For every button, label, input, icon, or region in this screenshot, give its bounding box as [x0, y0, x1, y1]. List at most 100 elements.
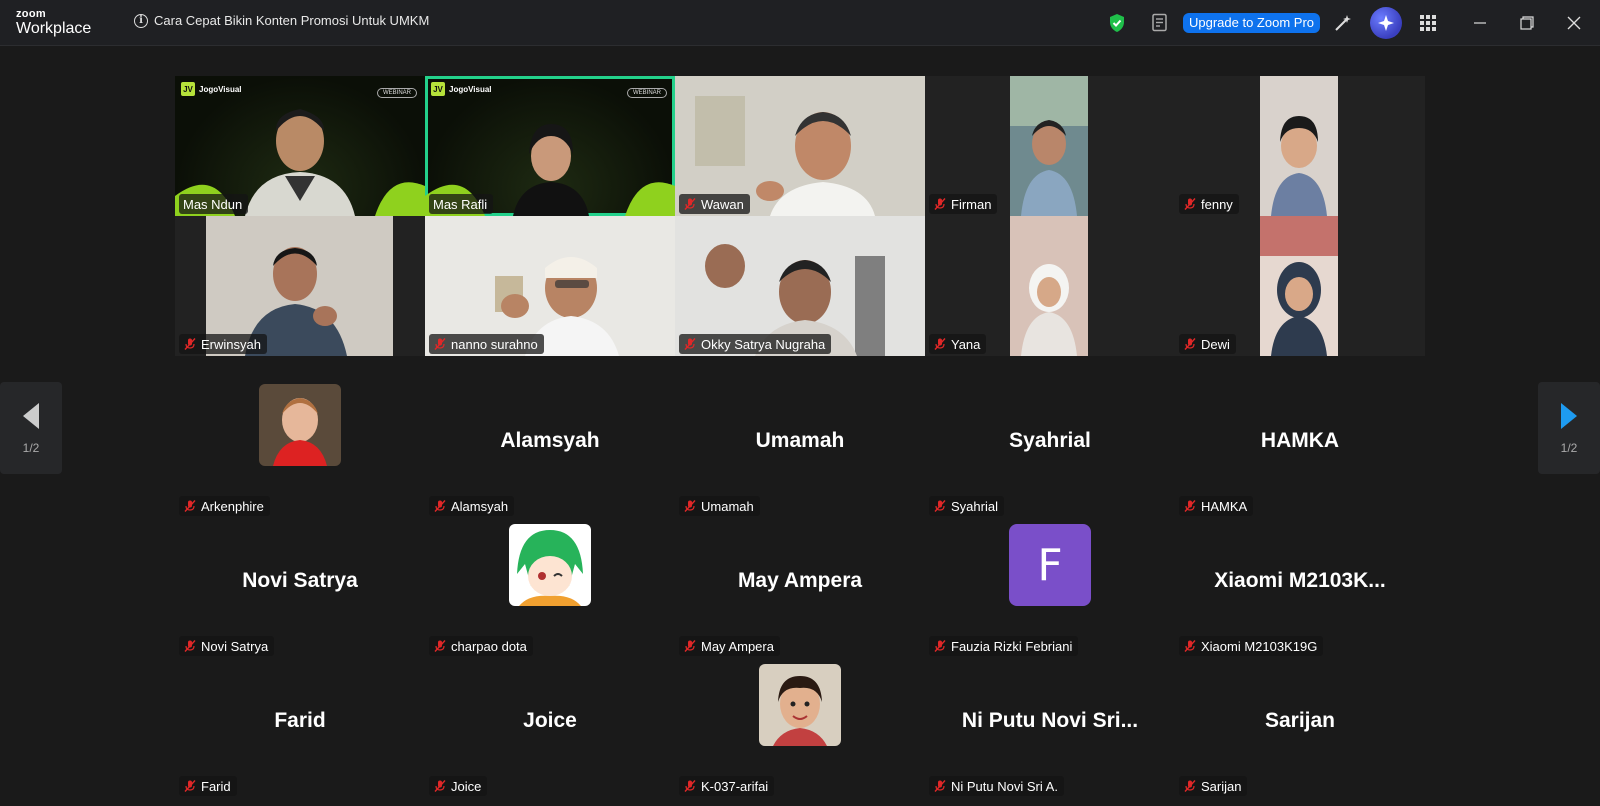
logo-brand-large: Workplace [16, 20, 92, 37]
participant-name-tag: Alamsyah [429, 496, 515, 516]
participant-name-tag: Xiaomi M2103K19G [1179, 636, 1324, 656]
participant-tile[interactable]: HAMKA HAMKA [1175, 380, 1425, 520]
participant-name-tag: Sarijan [1179, 776, 1248, 796]
upgrade-button[interactable]: Upgrade to Zoom Pro [1183, 13, 1321, 33]
participant-display-name: Sarijan [1264, 709, 1336, 732]
video-tile[interactable]: nanno surahno [425, 216, 675, 356]
muted-mic-icon [934, 198, 946, 210]
participant-tile[interactable]: Sarijan Sarijan [1175, 660, 1425, 800]
muted-mic-icon [934, 500, 946, 512]
meeting-info[interactable]: i Cara Cepat Bikin Konten Promosi Untuk … [134, 13, 429, 28]
logo-brand-small: zoom [16, 8, 46, 20]
participant-tile[interactable]: May Ampera May Ampera [675, 520, 925, 660]
participant-name-tag: Novi Satrya [179, 636, 275, 656]
ai-companion-icon[interactable] [1370, 7, 1402, 39]
participant-name-tag: Arkenphire [179, 496, 270, 516]
participant-name: Ni Putu Novi Sri A. [951, 778, 1058, 794]
muted-mic-icon [184, 640, 196, 652]
muted-mic-icon [434, 780, 446, 792]
participant-name: charpao dota [451, 638, 527, 654]
video-tile[interactable]: Wawan [675, 76, 925, 216]
page-indicator: 1/2 [1560, 441, 1578, 455]
participant-tile[interactable]: K-037-arifai [675, 660, 925, 800]
notes-icon[interactable] [1148, 11, 1172, 35]
participant-name: Joice [451, 778, 482, 794]
participant-name-tag: fenny [1179, 194, 1239, 214]
previous-page-button[interactable]: 1/2 [0, 382, 62, 474]
participant-name-tag: Ni Putu Novi Sri A. [929, 776, 1064, 796]
participant-name: Umamah [701, 498, 754, 514]
video-tile[interactable]: Okky Satrya Nugraha [675, 216, 925, 356]
zoom-logo: zoom Workplace [16, 9, 91, 37]
muted-mic-icon [1184, 198, 1196, 210]
participant-name: Xiaomi M2103K19G [1201, 638, 1318, 654]
participant-name-tag: May Ampera [679, 636, 780, 656]
participant-name: Farid [201, 778, 231, 794]
participant-tile[interactable]: Joice Joice [425, 660, 675, 800]
video-tile[interactable]: fenny [1175, 76, 1425, 216]
participant-tile[interactable]: Alamsyah Alamsyah [425, 380, 675, 520]
participant-avatar-image [509, 524, 591, 606]
participant-name-tag: Fauzia Rizki Febriani [929, 636, 1079, 656]
participant-initial-avatar: F [1009, 524, 1091, 606]
participant-name: Firman [951, 196, 992, 212]
close-icon[interactable] [1562, 11, 1586, 35]
participant-name: Dewi [1201, 336, 1230, 352]
participant-name-tag: Erwinsyah [179, 334, 267, 354]
participant-display-name: Joice [523, 709, 577, 732]
video-tile[interactable]: Erwinsyah [175, 216, 425, 356]
participant-name-tag: Umamah [679, 496, 760, 516]
muted-mic-icon [1184, 500, 1196, 512]
participant-name: Alamsyah [451, 498, 509, 514]
participant-tile[interactable]: Xiaomi M2103K... Xiaomi M2103K19G [1175, 520, 1425, 660]
participant-tile[interactable]: F Fauzia Rizki Febriani [925, 520, 1175, 660]
participant-display-name: Farid [274, 709, 326, 732]
muted-mic-icon [934, 640, 946, 652]
info-icon[interactable]: i [134, 13, 148, 28]
participant-avatar-photo [259, 384, 341, 466]
video-tile-active-speaker[interactable]: JV JogoVisual WEBINAR Mas Rafli [425, 76, 675, 216]
participant-name: fenny [1201, 196, 1233, 212]
minimize-icon[interactable] [1468, 11, 1492, 35]
muted-mic-icon [684, 780, 696, 792]
participant-tile[interactable]: Ni Putu Novi Sri... Ni Putu Novi Sri A. [925, 660, 1175, 800]
participant-name: Fauzia Rizki Febriani [951, 638, 1073, 654]
video-tile[interactable]: JV JogoVisual WEBINAR Mas Ndun [175, 76, 425, 216]
video-tile[interactable]: Yana [925, 216, 1175, 356]
muted-mic-icon [934, 338, 946, 350]
participant-tile[interactable]: Umamah Umamah [675, 380, 925, 520]
participant-name-tag: charpao dota [429, 636, 533, 656]
meeting-title: Cara Cepat Bikin Konten Promosi Untuk UM… [154, 13, 430, 28]
participant-name: HAMKA [1201, 498, 1248, 514]
participant-name-tag: nanno surahno [429, 334, 544, 354]
annotate-wand-icon[interactable] [1331, 11, 1355, 35]
participant-tile[interactable]: Arkenphire [175, 380, 425, 520]
muted-mic-icon [184, 500, 196, 512]
participant-tile[interactable]: Syahrial Syahrial [925, 380, 1175, 520]
restore-icon[interactable] [1515, 11, 1539, 35]
next-page-button[interactable]: 1/2 [1538, 382, 1600, 474]
participant-name: Mas Ndun [183, 196, 243, 212]
video-tile[interactable]: Dewi [1175, 216, 1425, 356]
participant-tile[interactable]: charpao dota [425, 520, 675, 660]
gallery-view: JV JogoVisual WEBINAR Mas Ndun JV JogoVisu… [0, 46, 1600, 806]
participant-tile[interactable]: Farid Farid [175, 660, 425, 800]
apps-grid-icon[interactable] [1416, 11, 1440, 35]
participant-name-tag: Farid [179, 776, 237, 796]
muted-mic-icon [184, 338, 196, 350]
participant-display-name: HAMKA [1260, 429, 1340, 452]
muted-mic-icon [434, 500, 446, 512]
participant-name-tag: Okky Satrya Nugraha [679, 334, 832, 354]
participant-name-tag: Joice [429, 776, 488, 796]
participant-name-tag: Firman [929, 194, 998, 214]
encryption-shield-icon[interactable] [1105, 11, 1129, 35]
muted-mic-icon [1184, 338, 1196, 350]
video-tile[interactable]: Firman [925, 76, 1175, 216]
muted-mic-icon [684, 500, 696, 512]
participant-name-tag: Dewi [1179, 334, 1236, 354]
participant-display-name: Alamsyah [500, 429, 600, 452]
chevron-left-icon [23, 403, 39, 429]
participant-name: Yana [951, 336, 981, 352]
participant-display-name: Novi Satrya [242, 569, 358, 592]
participant-tile[interactable]: Novi Satrya Novi Satrya [175, 520, 425, 660]
